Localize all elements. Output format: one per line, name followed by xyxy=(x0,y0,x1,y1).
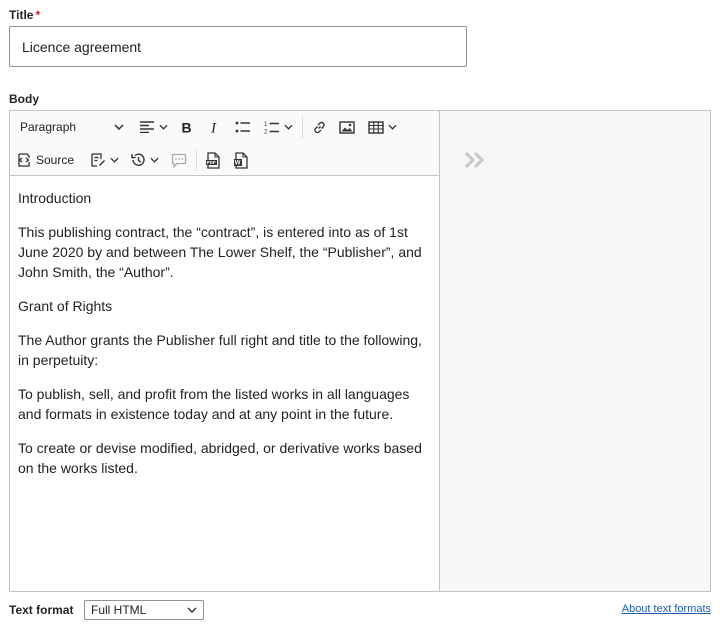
chevron-down-icon xyxy=(387,124,397,130)
source-icon xyxy=(18,153,30,167)
paragraph: This publishing contract, the “contract”… xyxy=(18,224,422,280)
toolbar-separator xyxy=(302,116,303,138)
export-pdf-icon: PDF xyxy=(206,151,220,169)
comment-button[interactable] xyxy=(166,147,192,173)
svg-text:W: W xyxy=(235,160,241,166)
link-button[interactable] xyxy=(306,114,332,140)
paragraph: Grant of Rights xyxy=(18,298,113,314)
required-marker: * xyxy=(35,8,41,22)
chevron-down-icon xyxy=(114,124,124,130)
sidebar-toggle-button[interactable] xyxy=(464,151,486,174)
bulleted-list-button[interactable] xyxy=(230,114,256,140)
table-icon xyxy=(367,120,384,134)
numbered-list-icon: 1 2 xyxy=(264,122,279,134)
heading-dropdown-label: Paragraph xyxy=(20,120,77,134)
editor-toolbar: Paragraph B I 1 2 Source PDF W xyxy=(10,111,439,176)
editor-side-panel xyxy=(440,110,711,592)
svg-text:B: B xyxy=(182,120,192,134)
title-input[interactable] xyxy=(9,26,467,67)
paragraph: Introduction xyxy=(18,190,92,206)
text-format-select[interactable]: Full HTML xyxy=(84,600,204,620)
link-icon xyxy=(313,121,325,133)
chevron-down-icon xyxy=(187,607,197,613)
italic-icon: I xyxy=(210,121,217,135)
source-button[interactable]: Source xyxy=(16,147,76,173)
export-pdf-button[interactable]: PDF xyxy=(200,147,226,173)
double-chevron-right-icon xyxy=(464,151,484,169)
comment-icon xyxy=(171,153,187,168)
svg-text:2: 2 xyxy=(264,129,268,134)
title-label-text: Title xyxy=(9,8,34,22)
body-label: Body xyxy=(9,92,39,106)
paragraph: To create or devise modified, abridged, … xyxy=(18,440,422,476)
chevron-down-icon xyxy=(283,124,293,130)
text-format-value: Full HTML xyxy=(91,603,147,617)
history-icon xyxy=(130,153,145,166)
paragraph: The Author grants the Publisher full rig… xyxy=(18,332,422,368)
history-button[interactable] xyxy=(126,147,162,173)
alignment-button[interactable] xyxy=(136,114,170,140)
style-button[interactable] xyxy=(86,147,122,173)
heading-dropdown[interactable]: Paragraph xyxy=(14,114,128,140)
numbered-list-button[interactable]: 1 2 xyxy=(260,114,296,140)
style-icon xyxy=(90,153,105,167)
source-button-label: Source xyxy=(36,153,75,167)
svg-text:1: 1 xyxy=(264,122,268,128)
title-label: Title * xyxy=(9,8,40,22)
editor-content[interactable]: Introduction This publishing contract, t… xyxy=(18,188,436,492)
paragraph: To publish, sell, and profit from the li… xyxy=(18,386,410,422)
chevron-down-icon xyxy=(109,157,119,163)
alignment-icon xyxy=(139,121,154,133)
about-text-formats-link[interactable]: About text formats xyxy=(622,603,711,615)
chevron-down-icon xyxy=(149,157,159,163)
toolbar-separator xyxy=(196,149,197,171)
export-word-icon: W xyxy=(234,151,248,169)
table-button[interactable] xyxy=(364,114,400,140)
svg-text:PDF: PDF xyxy=(207,160,216,165)
rich-text-editor: Paragraph B I 1 2 Source PDF W Introduct… xyxy=(9,110,440,592)
chevron-down-icon xyxy=(158,124,168,130)
bold-icon: B xyxy=(182,120,192,134)
bulleted-list-icon xyxy=(235,121,250,133)
image-icon xyxy=(339,120,355,134)
bold-button[interactable]: B xyxy=(174,114,200,140)
text-format-label: Text format xyxy=(9,603,74,617)
image-button[interactable] xyxy=(334,114,360,140)
svg-text:I: I xyxy=(210,121,217,135)
export-word-button[interactable]: W xyxy=(228,147,254,173)
italic-button[interactable]: I xyxy=(202,114,228,140)
